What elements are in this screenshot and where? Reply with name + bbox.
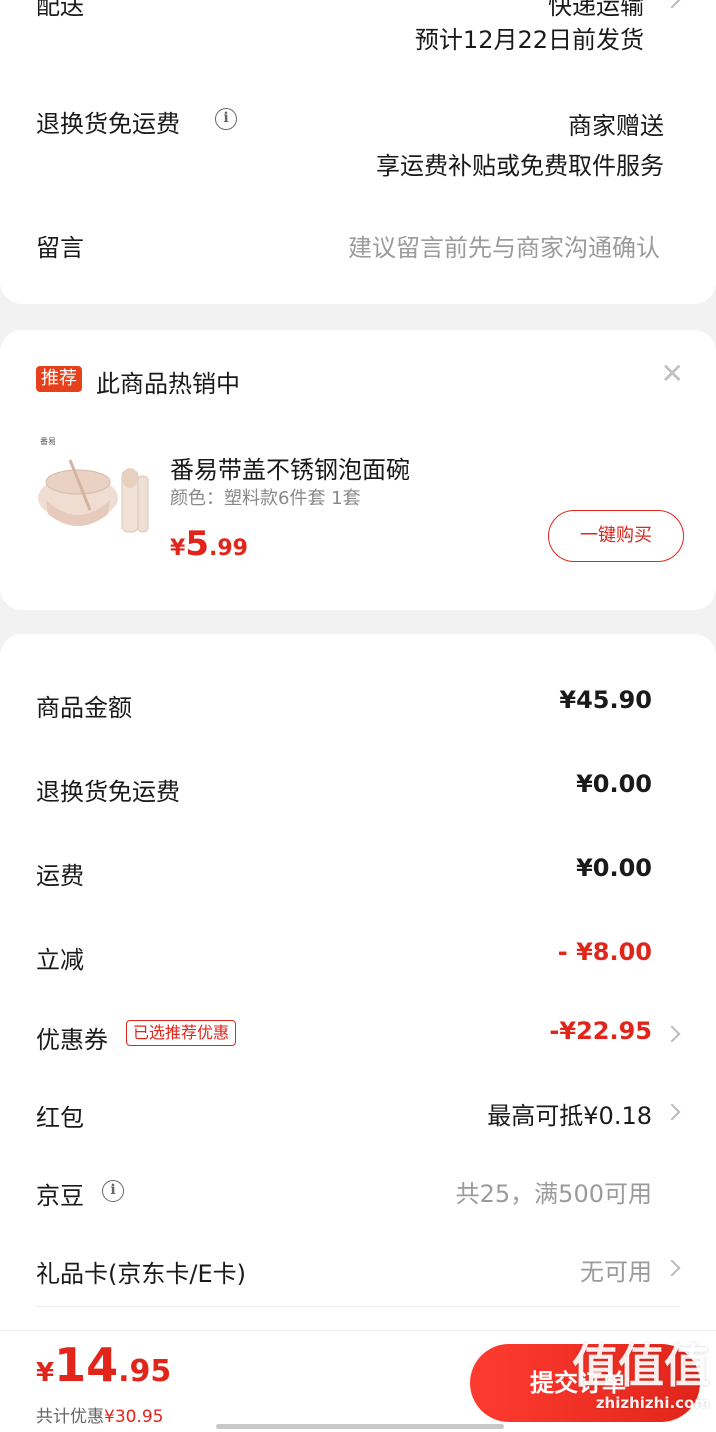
coupon-tag: 已选推荐优惠 <box>126 1020 237 1046</box>
summary-value-discount: - ¥8.00 <box>557 938 652 966</box>
delivery-method[interactable]: 快递运输 <box>548 0 644 21</box>
shipping-card: 配送 快递运输 预计12月22日前发货 退换货免运费 i 商家赠送 享运费补贴或… <box>0 0 716 304</box>
summary-label-giftcard[interactable]: 礼品卡(京东卡/E卡) <box>36 1254 246 1289</box>
chevron-right-icon[interactable] <box>663 0 681 9</box>
summary-label-coupon[interactable]: 优惠券 <box>36 1020 108 1055</box>
product-name[interactable]: 番易带盖不锈钢泡面碗 <box>170 450 410 485</box>
info-icon[interactable]: i <box>102 1180 124 1202</box>
summary-value-return: ¥0.00 <box>576 770 652 798</box>
summary-label-goods: 商品金额 <box>36 694 132 722</box>
close-icon[interactable]: ✕ <box>661 360 684 388</box>
recommend-title: 此商品热销中 <box>96 370 240 398</box>
return-shipping-desc: 享运费补贴或免费取件服务 <box>376 152 664 180</box>
total-price: ¥14.95 <box>36 1338 172 1392</box>
thumb-brand: 番易 <box>40 436 56 446</box>
delivery-estimate: 预计12月22日前发货 <box>414 26 644 54</box>
product-price: ¥5.99 <box>170 524 248 564</box>
summary-value-coupon[interactable]: -¥22.95 <box>549 1017 652 1045</box>
product-thumbnail[interactable]: 番易 <box>30 430 156 556</box>
summary-value-jingdou: 共25，满500可用 <box>455 1180 652 1208</box>
total-saved: 共计优惠¥30.95 <box>36 1407 164 1427</box>
summary-value-freight: ¥0.00 <box>576 854 652 882</box>
return-shipping-label: 退换货免运费 <box>36 110 180 138</box>
summary-label-discount: 立减 <box>36 946 84 974</box>
product-spec: 颜色：塑料款6件套 1套 <box>170 488 361 509</box>
info-icon[interactable]: i <box>215 108 237 130</box>
return-shipping-value: 商家赠送 <box>568 112 664 140</box>
summary-label-return: 退换货免运费 <box>36 778 180 806</box>
message-label: 留言 <box>36 234 84 262</box>
summary-value-goods: ¥45.90 <box>559 686 652 714</box>
one-click-buy-button[interactable]: 一键购买 <box>548 510 684 562</box>
summary-label-jingdou: 京豆 <box>36 1182 84 1210</box>
watermark-logo: 值值值 zhizhizhi.com <box>572 1339 710 1412</box>
summary-value-giftcard[interactable]: 无可用 <box>580 1252 652 1287</box>
delivery-label: 配送 <box>36 0 84 20</box>
summary-value-redpacket[interactable]: 最高可抵¥0.18 <box>487 1096 652 1131</box>
message-input[interactable]: 建议留言前先与商家沟通确认 <box>348 228 660 263</box>
home-indicator <box>216 1424 504 1429</box>
summary-label-freight: 运费 <box>36 862 84 890</box>
summary-label-redpacket[interactable]: 红包 <box>36 1098 84 1133</box>
divider <box>36 1306 680 1307</box>
recommend-badge: 推荐 <box>36 366 82 392</box>
